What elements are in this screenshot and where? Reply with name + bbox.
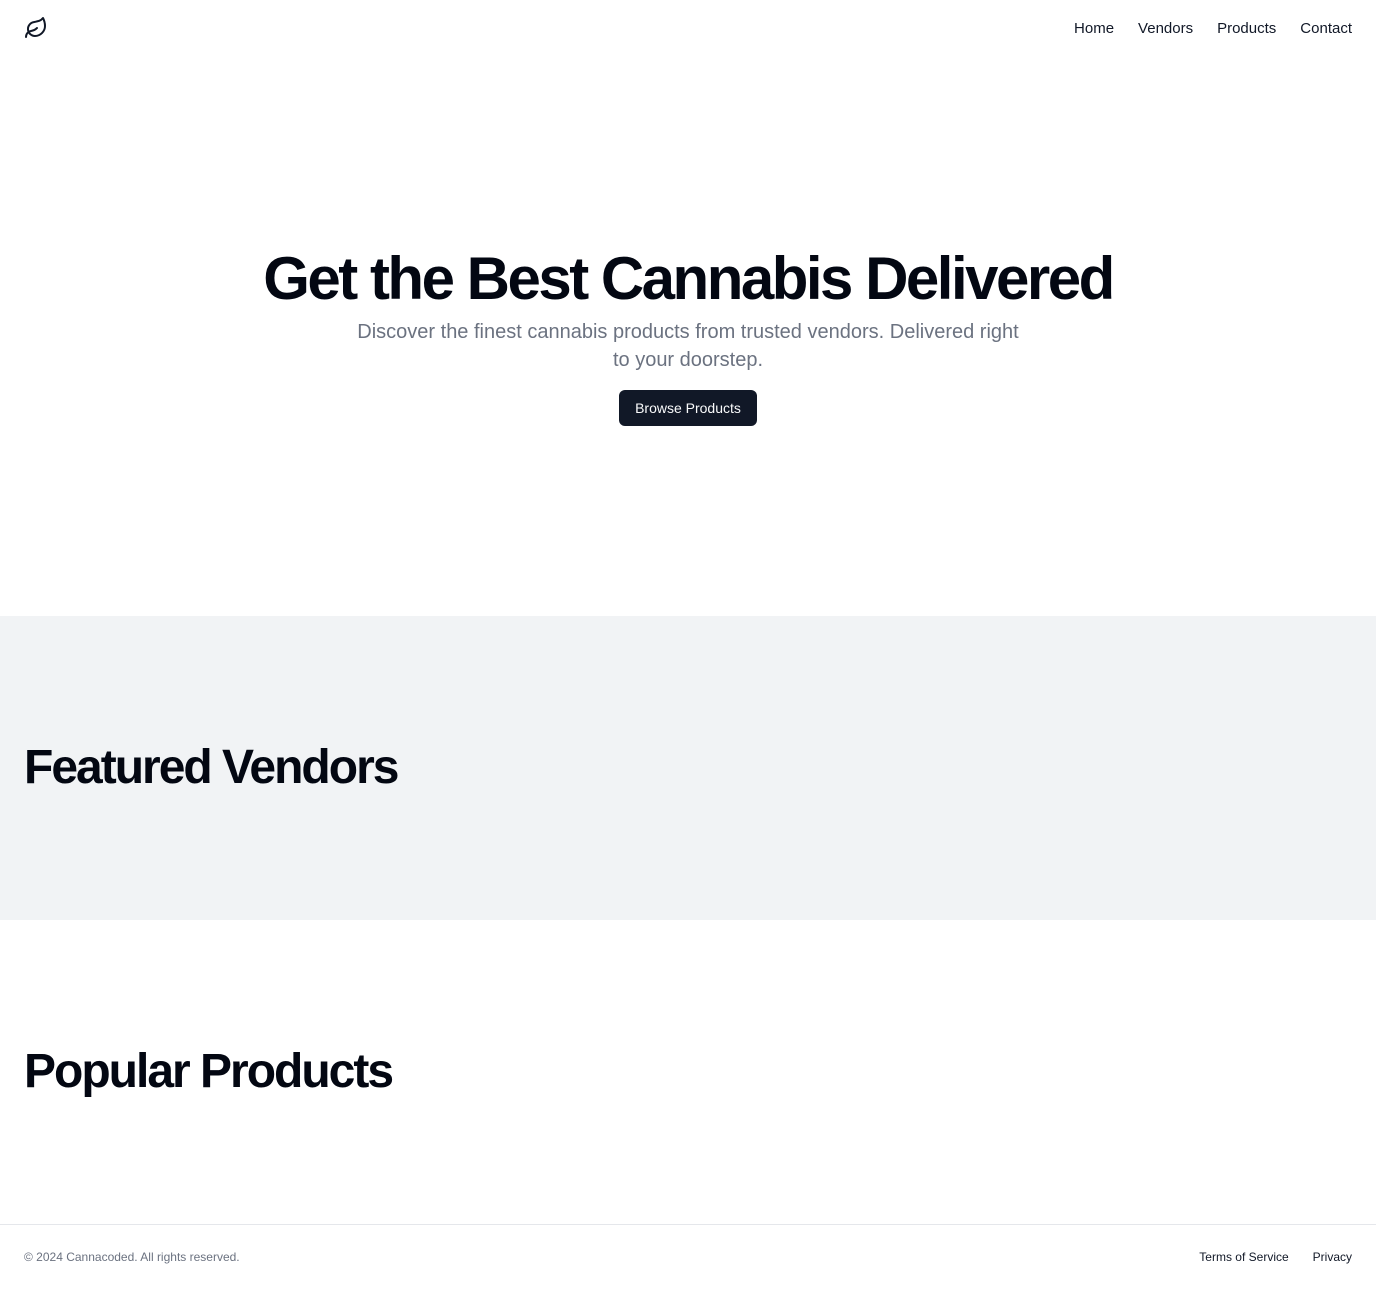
- terms-of-service-link[interactable]: Terms of Service: [1199, 1250, 1288, 1264]
- hero-title: Get the Best Cannabis Delivered: [263, 245, 1115, 312]
- logo-link[interactable]: [24, 16, 48, 40]
- site-header: Home Vendors Products Contact: [0, 0, 1376, 56]
- featured-vendors-title: Featured Vendors: [24, 741, 399, 794]
- browse-products-button[interactable]: Browse Products: [619, 390, 757, 426]
- popular-products-title: Popular Products: [24, 1045, 394, 1098]
- copyright-text: © 2024 Cannacoded. All rights reserved.: [24, 1250, 240, 1264]
- page: Home Vendors Products Contact Get the Be…: [0, 0, 1376, 1289]
- hero-section: Get the Best Cannabis Delivered Discover…: [0, 56, 1376, 616]
- popular-products-section: Popular Products: [0, 920, 1376, 1224]
- hero-subtitle: Discover the finest cannabis products fr…: [357, 321, 1019, 371]
- nav-home[interactable]: Home: [1074, 20, 1114, 37]
- footer-links: Terms of Service Privacy: [1199, 1250, 1352, 1264]
- main-nav: Home Vendors Products Contact: [1074, 20, 1352, 37]
- featured-vendors-section: Featured Vendors: [0, 616, 1376, 920]
- privacy-link[interactable]: Privacy: [1313, 1250, 1352, 1264]
- nav-products[interactable]: Products: [1217, 20, 1276, 37]
- nav-contact[interactable]: Contact: [1300, 20, 1352, 37]
- nav-vendors[interactable]: Vendors: [1138, 20, 1193, 37]
- leaf-icon: [25, 17, 46, 38]
- site-footer: © 2024 Cannacoded. All rights reserved. …: [0, 1224, 1376, 1289]
